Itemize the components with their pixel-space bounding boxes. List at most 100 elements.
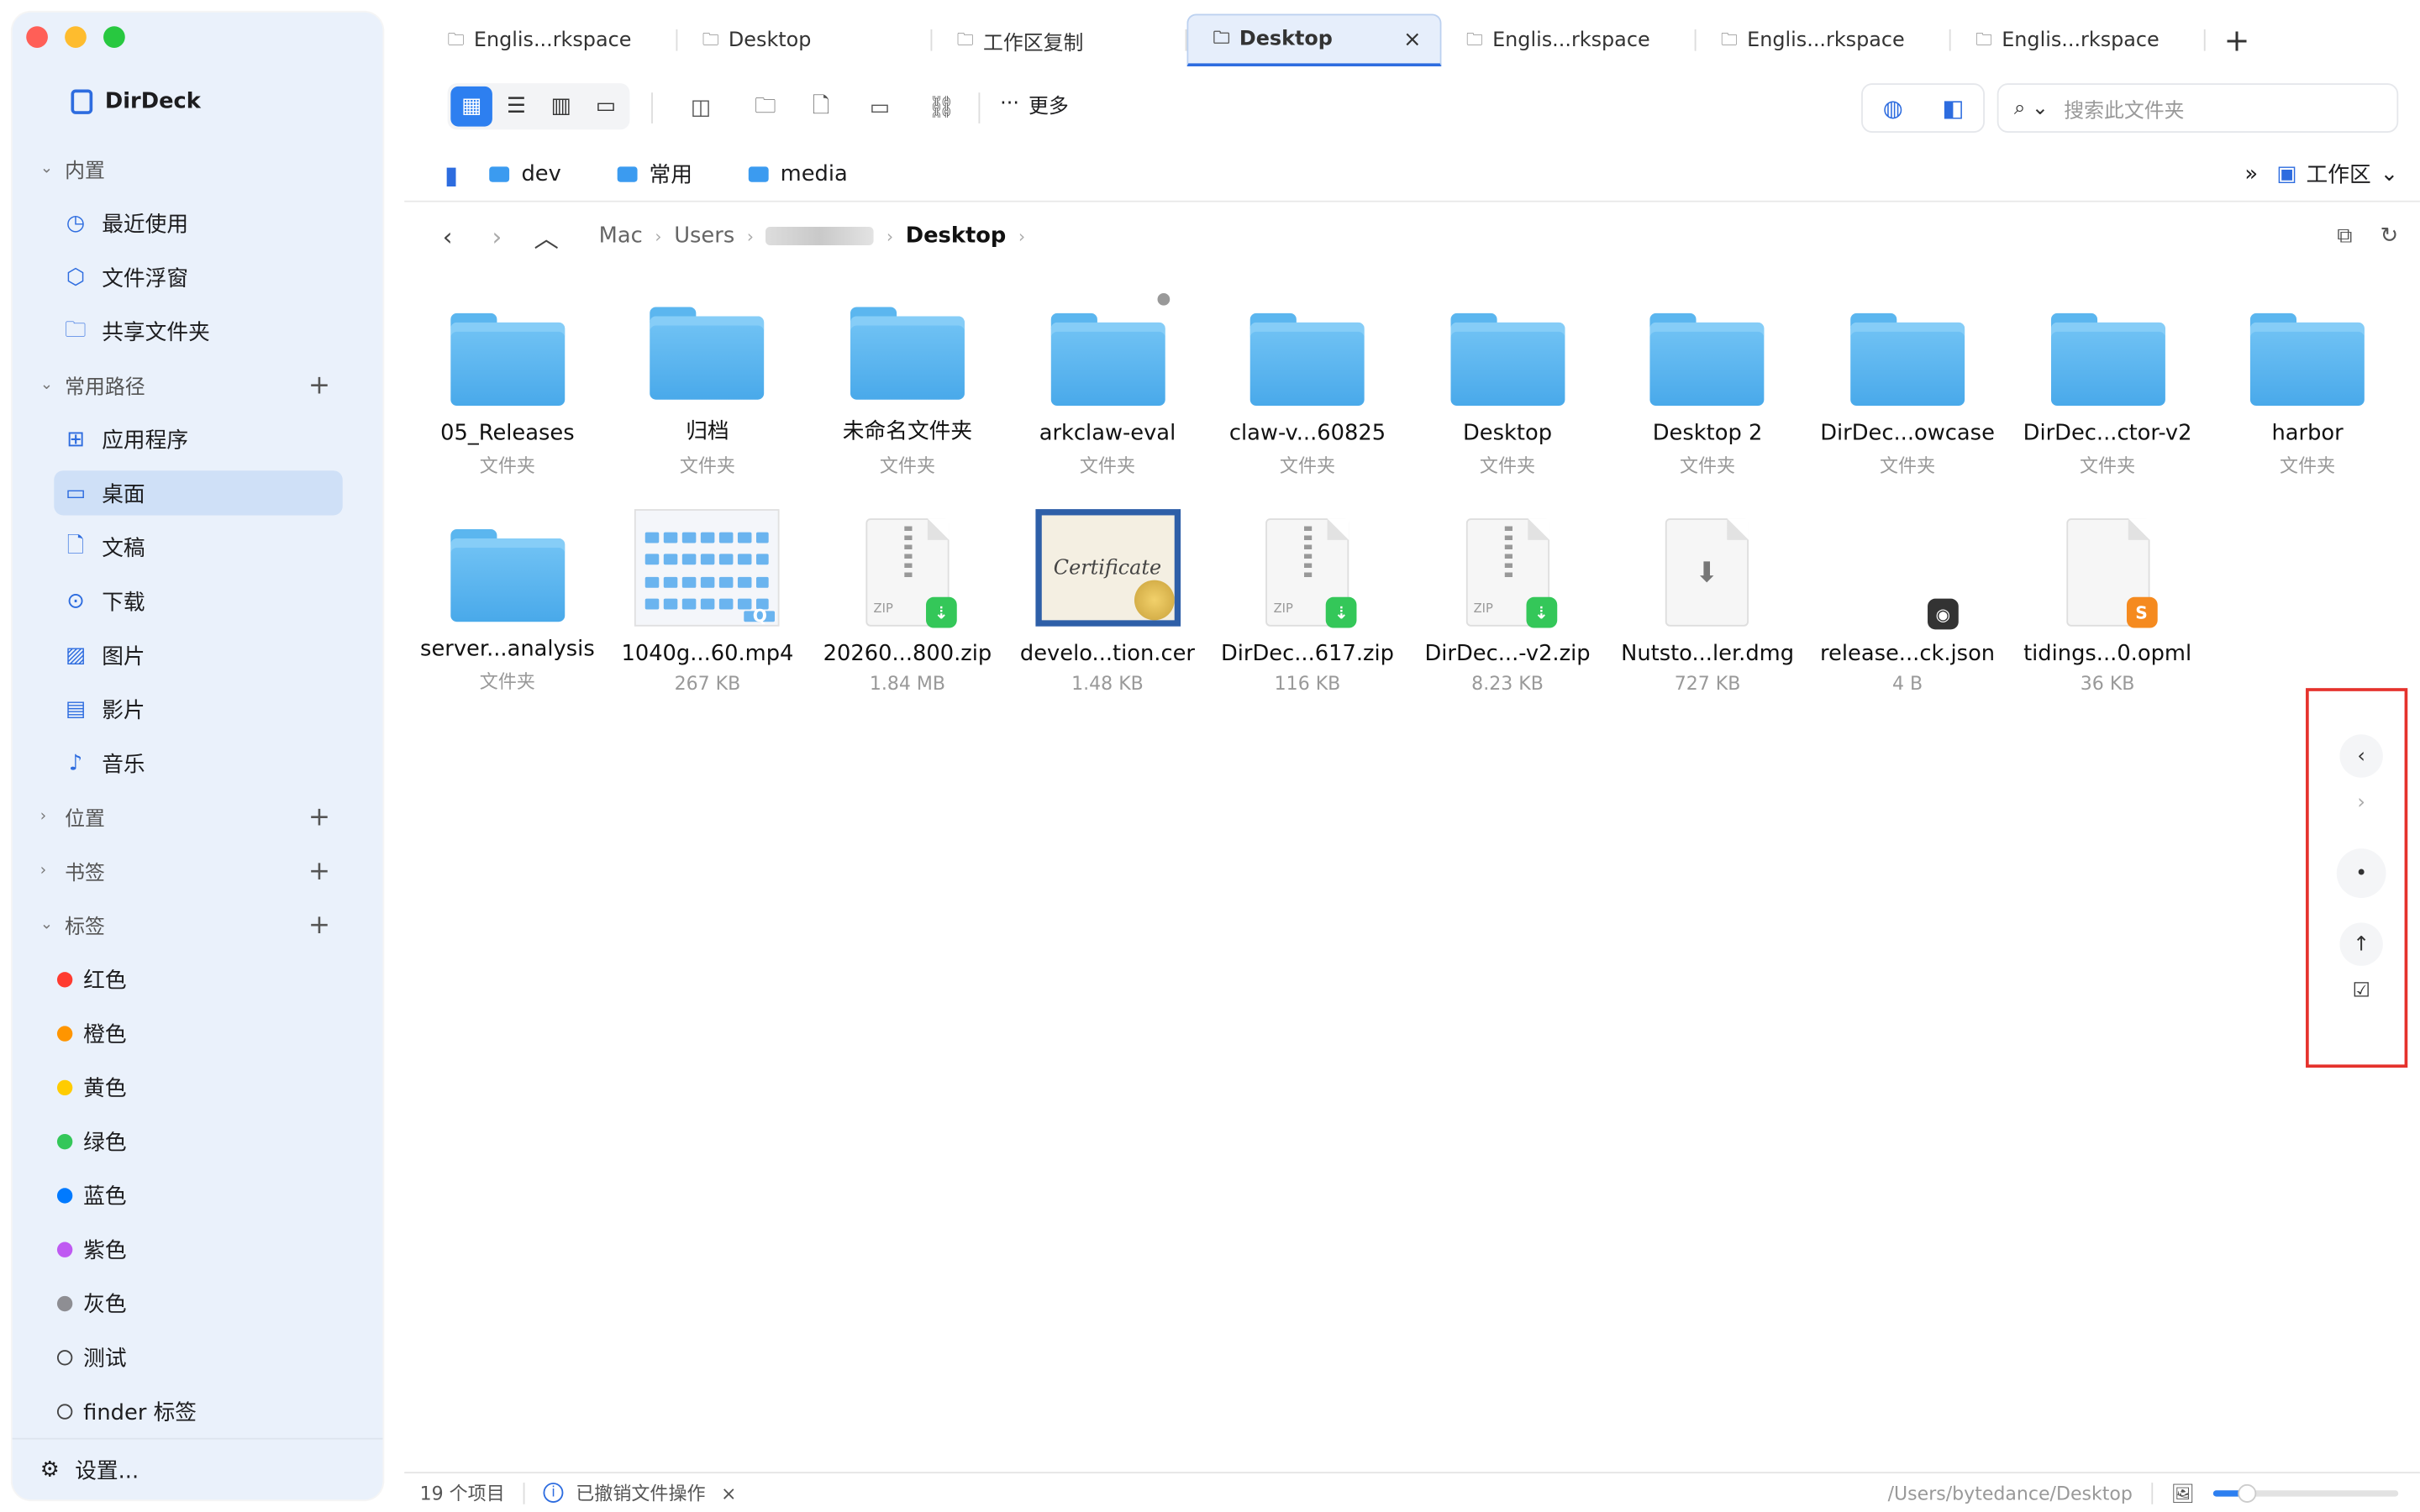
file-item[interactable]: Desktop 2 文件夹 (1607, 293, 1807, 478)
file-item[interactable]: DirDec...owcase 文件夹 (1807, 293, 2007, 478)
arrow-up-icon[interactable]: ↑ (2339, 922, 2383, 966)
terminal-icon[interactable]: ▭ (861, 90, 898, 127)
file-item[interactable]: claw-v...60825 文件夹 (1207, 293, 1407, 478)
favorite-0[interactable]: dev (488, 159, 561, 190)
sidebar-item-builtin-0[interactable]: ◷ 最近使用 (13, 196, 383, 249)
tab-0[interactable]: 🗀 Englis...rkspace (423, 14, 678, 66)
sidebar-item-builtin-2[interactable]: 🗀 共享文件夹 (13, 304, 383, 358)
dismiss-message-icon[interactable]: × (721, 1482, 736, 1504)
tab-6[interactable]: 🗀 Englis...rkspace (1951, 14, 2206, 66)
search-input[interactable]: ⌕ ⌄ 搜索此文件夹 (1996, 83, 2399, 133)
link-icon[interactable]: ⛓ (923, 90, 960, 127)
sidebar-item-tag-8[interactable]: finder 标签 (13, 1384, 383, 1438)
column-view-icon[interactable]: ▥ (540, 87, 582, 127)
close-window-button[interactable] (26, 26, 48, 48)
crumb-user-redacted[interactable] (765, 226, 875, 246)
workspace-menu[interactable]: ▣ 工作区 ⌄ (2276, 159, 2398, 190)
add-path-icon[interactable]: + (308, 370, 330, 401)
sidebar-item-tag-5[interactable]: 紫色 (13, 1222, 383, 1276)
center-dot-icon[interactable]: • (2336, 848, 2386, 898)
sidebar-item-path-2[interactable]: 🗋 文稿 (13, 520, 383, 574)
tab-3[interactable]: 🗀 Desktop × (1186, 13, 1442, 66)
file-item[interactable]: arkclaw-eval 文件夹 (1007, 292, 1207, 478)
file-item[interactable]: ⬇ Nutsto...ler.dmg 727 KB (1607, 509, 1807, 695)
file-item[interactable]: harbor 文件夹 (2207, 293, 2407, 478)
sidebar-item-path-6[interactable]: ♪ 音乐 (13, 736, 383, 790)
file-item[interactable]: DirDec...ctor-v2 文件夹 (2007, 293, 2207, 478)
tab-2[interactable]: 🗀 工作区复制 (932, 14, 1187, 66)
sidebar-item-tag-7[interactable]: 测试 (13, 1330, 383, 1383)
minimize-window-button[interactable] (65, 26, 87, 48)
file-item[interactable]: server...analysis 文件夹 (408, 509, 608, 694)
file-item[interactable]: Certificate develo...tion.cer 1.48 KB (1007, 509, 1207, 695)
new-tab-icon[interactable]: + (2224, 22, 2250, 59)
close-tab-icon[interactable]: × (1403, 27, 1422, 51)
sidebar-toggle-icon[interactable]: ◧ (1936, 91, 1970, 124)
tab-1[interactable]: 🗀 Desktop (677, 14, 933, 66)
sidebar-item-path-1[interactable]: ▭ 桌面 (13, 466, 383, 520)
slider-knob[interactable] (2237, 1483, 2256, 1503)
section-bookmarks[interactable]: › 书签 + (13, 844, 383, 898)
sidebar-item-tag-3[interactable]: 绿色 (13, 1114, 383, 1168)
crumb-desktop[interactable]: Desktop (906, 223, 1007, 248)
display-toggle-group: ◍ ◧ (1861, 83, 1985, 133)
favorite-1[interactable]: 常用 (616, 159, 692, 190)
file-meta: 文件夹 (1079, 454, 1136, 477)
file-item[interactable]: 归档 文件夹 (608, 293, 808, 478)
zoom-window-button[interactable] (103, 26, 125, 48)
sidebar-item-path-4[interactable]: ▨ 图片 (13, 628, 383, 682)
file-item[interactable]: ZIP ⇣ DirDec...-v2.zip 8.23 KB (1407, 509, 1607, 695)
back-icon[interactable]: ‹ (423, 222, 472, 251)
file-item[interactable]: Q 1040g...60.mp4 267 KB (608, 509, 808, 695)
section-locations[interactable]: › 位置 + (13, 790, 383, 843)
sidebar-item-path-3[interactable]: ⊙ 下载 (13, 574, 383, 627)
tab-5[interactable]: 🗀 Englis...rkspace (1697, 14, 1951, 66)
file-item[interactable]: ZIP ⇣ DirDec...617.zip 116 KB (1207, 509, 1407, 695)
folder-icon: 🗀 (1213, 28, 1230, 48)
file-item[interactable]: 05_Releases 文件夹 (408, 293, 608, 478)
new-file-icon[interactable]: 🗋 (802, 90, 839, 127)
crumb-users[interactable]: Users (674, 223, 734, 248)
file-item[interactable]: Stidings...0.opml 36 KB (2007, 509, 2207, 695)
sidebar-item-builtin-1[interactable]: ⬡ 文件浮窗 (13, 250, 383, 304)
forward-icon[interactable]: › (472, 222, 522, 251)
chevron-left-icon[interactable]: ‹ (2339, 734, 2383, 778)
sidebar-item-path-0[interactable]: ⊞ 应用程序 (13, 412, 383, 465)
sidebar-item-tag-2[interactable]: 黄色 (13, 1060, 383, 1114)
quicktime-badge-icon: Q (744, 606, 776, 627)
sidebar-item-path-5[interactable]: ▤ 影片 (13, 682, 383, 736)
checkbox-icon[interactable]: ☑ (2339, 969, 2382, 1011)
copy-path-icon[interactable]: ⧉ (2337, 223, 2352, 248)
chevron-right-icon[interactable]: › (2339, 780, 2382, 823)
split-pane-icon[interactable]: ◫ (682, 90, 719, 127)
gallery-view-icon[interactable]: ▭ (585, 87, 627, 127)
new-folder-icon[interactable]: 🗀 (747, 90, 784, 127)
file-item[interactable]: ZIP ⇣ 20260...800.zip 1.84 MB (808, 509, 1007, 695)
sidebar-item-tag-0[interactable]: 红色 (13, 952, 383, 1005)
icon-view-icon[interactable]: ▦ (450, 86, 492, 127)
section-builtin[interactable]: ⌄ 内置 (13, 142, 383, 196)
file-item[interactable]: ◉ release...ck.json 4 B (1807, 509, 2007, 695)
file-item[interactable]: 未命名文件夹 文件夹 (808, 293, 1007, 478)
refresh-icon[interactable]: ↻ (2381, 223, 2399, 248)
bookmark-icon[interactable]: ▮ (445, 160, 458, 189)
favorite-2[interactable]: media (748, 159, 848, 190)
sidebar-item-tag-6[interactable]: 灰色 (13, 1276, 383, 1330)
file-item[interactable]: Desktop 文件夹 (1407, 293, 1607, 478)
more-button[interactable]: ··· 更多 (1000, 90, 1069, 118)
crumb-mac[interactable]: Mac (599, 223, 643, 248)
sidebar-item-tag-1[interactable]: 橙色 (13, 1006, 383, 1060)
list-view-icon[interactable]: ☰ (496, 87, 538, 127)
double-chevron-right-icon[interactable]: » (2244, 162, 2258, 186)
sidebar-item-tag-4[interactable]: 蓝色 (13, 1168, 383, 1221)
add-tag-icon[interactable]: + (308, 910, 330, 941)
tab-4[interactable]: 🗀 Englis...rkspace (1441, 14, 1697, 66)
section-tags[interactable]: ⌄ 标签 + (13, 898, 383, 952)
settings-button[interactable]: ⚙ 设置... (12, 1437, 383, 1499)
section-common-paths[interactable]: ⌄ 常用路径 + (13, 358, 383, 412)
add-location-icon[interactable]: + (308, 801, 330, 832)
icon-size-slider[interactable] (2212, 1483, 2399, 1503)
globe-search-icon[interactable]: ◍ (1876, 91, 1910, 124)
up-icon[interactable]: ︿ (522, 218, 571, 255)
add-bookmark-icon[interactable]: + (308, 855, 330, 886)
